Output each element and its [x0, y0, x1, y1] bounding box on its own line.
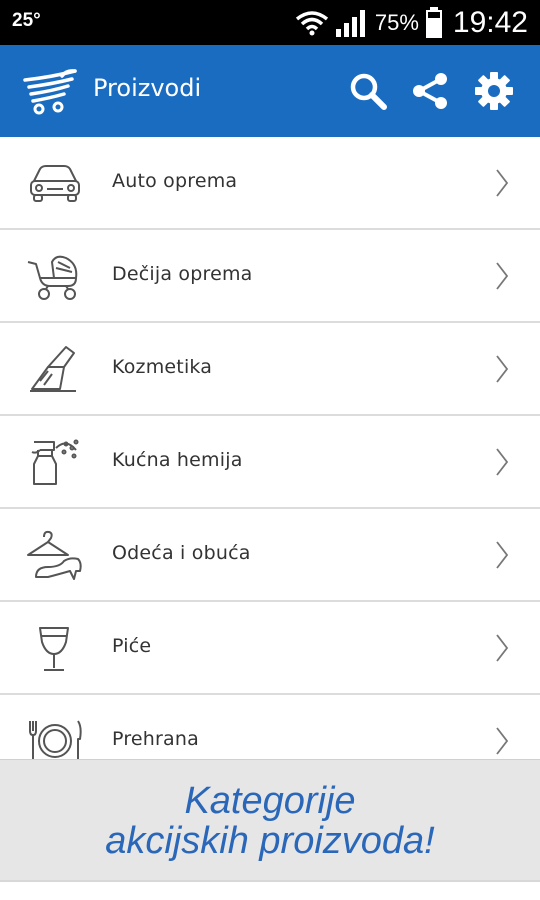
category-item-decija-oprema[interactable]: Dečija oprema — [0, 230, 540, 323]
spray-bottle-icon — [31, 439, 79, 485]
category-item-odeca-i-obuca[interactable]: Odeća i obuća — [0, 509, 540, 602]
category-item-prehrana[interactable]: Prehrana — [0, 695, 540, 759]
chevron-right-icon — [496, 541, 509, 569]
category-label: Auto oprema — [112, 170, 238, 192]
promo-banner[interactable]: Kategorije akcijskih proizvoda! — [0, 759, 540, 881]
chevron-right-icon — [496, 262, 509, 290]
signal-icon — [335, 9, 365, 37]
banner-line-2: akcijskih proizvoda! — [105, 820, 435, 862]
wine-glass-icon — [39, 627, 69, 671]
chevron-right-icon — [496, 448, 509, 476]
banner-line-1: Kategorije — [184, 780, 356, 822]
car-icon — [30, 165, 80, 202]
category-item-kucna-hemija[interactable]: Kućna hemija — [0, 416, 540, 509]
temperature-indicator: 25° — [12, 10, 41, 31]
clock: 19:42 — [452, 5, 528, 39]
cosmetics-icon — [30, 346, 76, 392]
category-label: Prehrana — [112, 728, 199, 750]
category-item-auto-oprema[interactable]: Auto oprema — [0, 137, 540, 230]
stroller-icon — [27, 255, 78, 300]
hanger-shoe-icon — [27, 530, 82, 580]
category-label: Kozmetika — [112, 356, 213, 378]
share-icon[interactable] — [410, 71, 450, 111]
chevron-right-icon — [496, 169, 509, 197]
category-item-kozmetika[interactable]: Kozmetika — [0, 323, 540, 416]
category-label: Piće — [112, 635, 152, 657]
status-icons: 75% 19:42 — [295, 0, 528, 45]
page-title: Proizvodi — [93, 74, 202, 102]
chevron-right-icon — [496, 634, 509, 662]
battery-percent: 75% — [374, 9, 419, 35]
category-label: Odeća i obuća — [112, 542, 251, 564]
wifi-icon — [295, 10, 328, 35]
bottom-divider — [0, 880, 540, 900]
shopping-cart-icon — [23, 69, 77, 115]
chevron-right-icon — [496, 727, 509, 755]
battery-icon — [425, 6, 442, 38]
category-item-pice[interactable]: Piće — [0, 602, 540, 695]
search-icon[interactable] — [348, 71, 388, 111]
category-label: Dečija oprema — [112, 263, 253, 285]
app-bar: Proizvodi — [0, 45, 540, 137]
category-label: Kućna hemija — [112, 449, 243, 471]
category-list: Auto oprema Dečija oprema Kozmetika Kućn… — [0, 137, 540, 759]
status-bar: 25° 75% 19:42 — [0, 0, 540, 45]
plate-cutlery-icon — [29, 720, 82, 759]
settings-icon[interactable] — [474, 71, 514, 111]
chevron-right-icon — [496, 355, 509, 383]
